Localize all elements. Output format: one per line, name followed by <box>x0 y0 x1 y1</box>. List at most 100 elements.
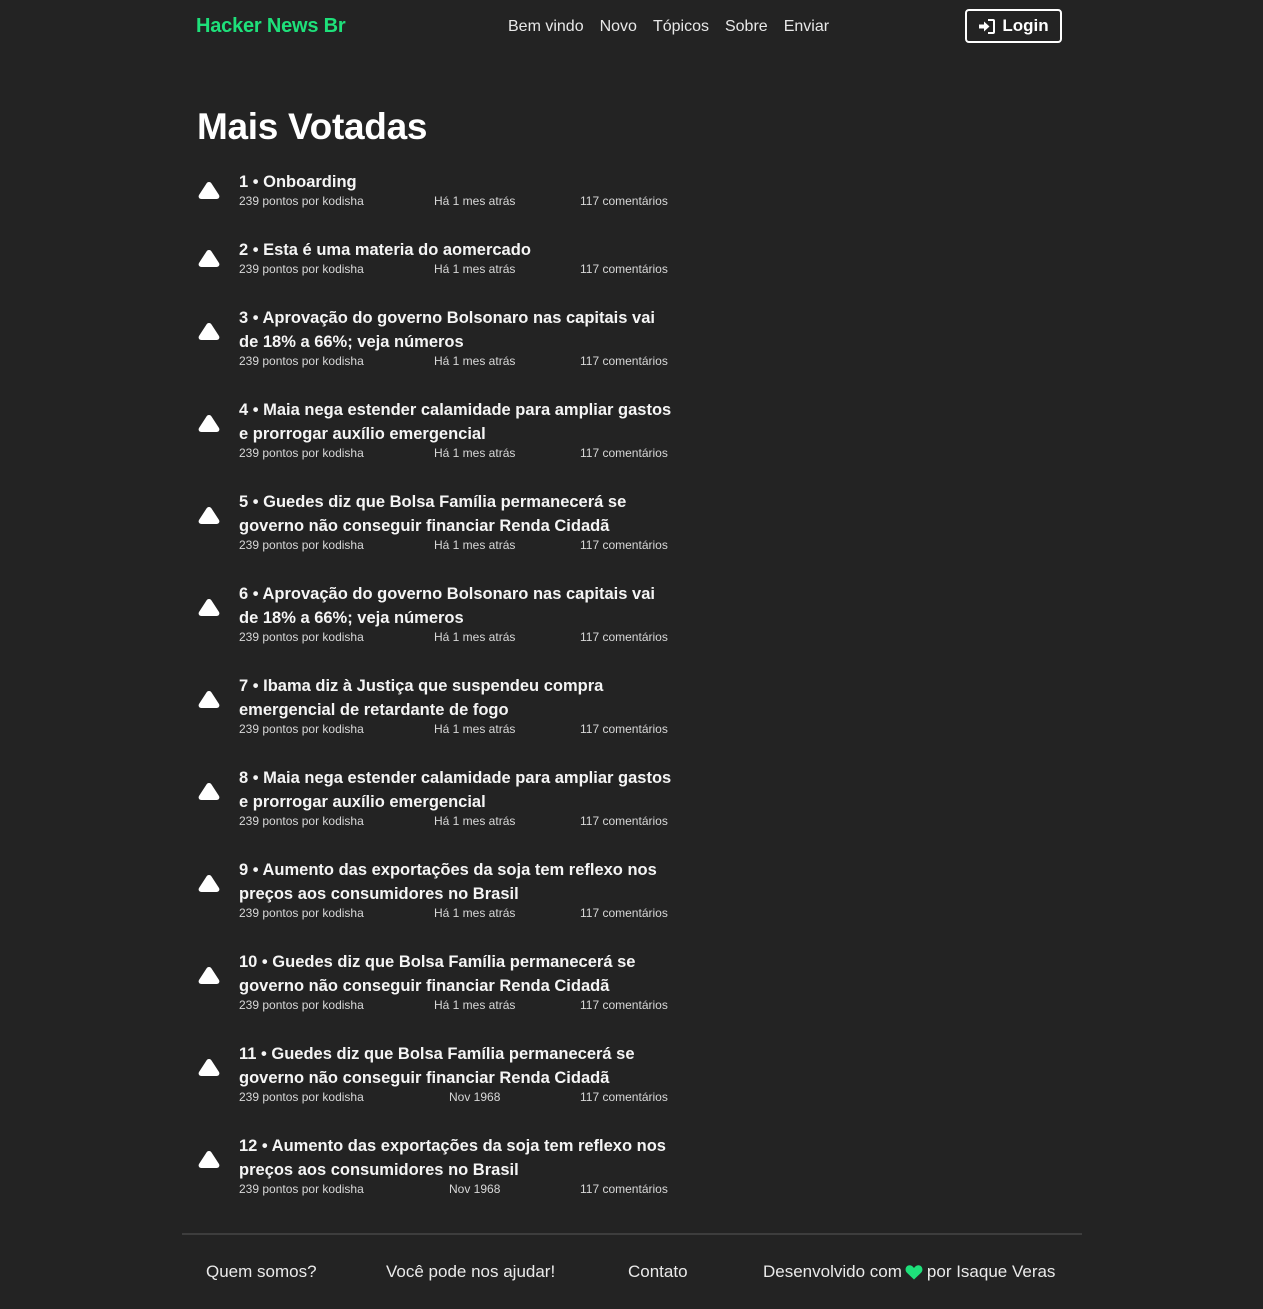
nav-bem-vindo[interactable]: Bem vindo <box>508 18 584 36</box>
upvote-icon[interactable] <box>197 248 221 268</box>
story-title[interactable]: 11 • Guedes diz que Bolsa Família perman… <box>239 1042 676 1090</box>
footer-credit: Desenvolvido com por Isaque Veras <box>763 1262 1055 1282</box>
footer-credit-suffix: por Isaque Veras <box>926 1262 1056 1281</box>
story-meta: 239 pontos por kodisha Há 1 mes atrás 117 … <box>239 538 676 556</box>
story-title[interactable]: 1 • Onboarding <box>239 170 676 194</box>
story-meta: 239 pontos por kodisha Há 1 mes atrás 117 … <box>239 814 676 832</box>
story-item: 4 • Maia nega estender calamidade para a… <box>196 398 676 464</box>
footer-about-link[interactable]: Quem somos? <box>206 1262 317 1282</box>
story-points: 239 pontos por kodisha <box>239 194 364 208</box>
story-title[interactable]: 9 • Aumento das exportações da soja tem … <box>239 858 676 906</box>
story-title[interactable]: 7 • Ibama diz à Justiça que suspendeu co… <box>239 674 676 722</box>
nav-novo[interactable]: Novo <box>600 18 637 36</box>
story-title[interactable]: 6 • Aprovação do governo Bolsonaro nas c… <box>239 582 676 630</box>
footer-help-link[interactable]: Você pode nos ajudar! <box>386 1262 555 1282</box>
story-meta: 239 pontos por kodisha Há 1 mes atrás 117 … <box>239 446 676 464</box>
story-time: Há 1 mes atrás <box>434 538 516 552</box>
story-time: Há 1 mes atrás <box>434 354 516 368</box>
story-meta: 239 pontos por kodisha Há 1 mes atrás 117 … <box>239 194 676 212</box>
story-title[interactable]: 8 • Maia nega estender calamidade para a… <box>239 766 676 814</box>
story-title[interactable]: 5 • Guedes diz que Bolsa Família permane… <box>239 490 676 538</box>
nav-enviar[interactable]: Enviar <box>784 18 829 36</box>
upvote-icon[interactable] <box>197 689 221 709</box>
story-body: 9 • Aumento das exportações da soja tem … <box>239 858 676 924</box>
story-time: Há 1 mes atrás <box>434 262 516 276</box>
upvote-icon[interactable] <box>197 505 221 525</box>
story-time: Nov 1968 <box>449 1090 501 1104</box>
footer-credit-prefix: Desenvolvido com <box>763 1262 902 1281</box>
nav-sobre[interactable]: Sobre <box>725 18 768 36</box>
story-comments-link[interactable]: 117 comentários <box>580 1088 668 1106</box>
story-time: Há 1 mes atrás <box>434 998 516 1012</box>
story-meta: 239 pontos por kodisha Há 1 mes atrás 117 … <box>239 906 676 924</box>
upvote-icon[interactable] <box>197 873 221 893</box>
story-body: 8 • Maia nega estender calamidade para a… <box>239 766 676 832</box>
story-title[interactable]: 12 • Aumento das exportações da soja tem… <box>239 1134 676 1182</box>
story-time: Há 1 mes atrás <box>434 814 516 828</box>
story-comments-link[interactable]: 117 comentários <box>580 720 668 738</box>
story-list: 1 • Onboarding 239 pontos por kodisha Há 1… <box>196 170 676 1226</box>
story-meta: 239 pontos por kodisha Há 1 mes atrás 117 … <box>239 722 676 740</box>
story-comments-link[interactable]: 117 comentários <box>580 904 668 922</box>
story-comments-link[interactable]: 117 comentários <box>580 260 668 278</box>
story-body: 5 • Guedes diz que Bolsa Família permane… <box>239 490 676 556</box>
story-meta: 239 pontos por kodisha Há 1 mes atrás 117 … <box>239 354 676 372</box>
story-body: 1 • Onboarding 239 pontos por kodisha Há 1… <box>239 170 676 212</box>
story-comments-link[interactable]: 117 comentários <box>580 536 668 554</box>
story-meta: 239 pontos por kodisha Nov 1968 117 coment… <box>239 1090 676 1108</box>
story-comments-link[interactable]: 117 comentários <box>580 1180 668 1198</box>
story-comments-link[interactable]: 117 comentários <box>580 352 668 370</box>
login-button[interactable]: Login <box>965 9 1062 43</box>
story-points: 239 pontos por kodisha <box>239 1182 364 1196</box>
story-title[interactable]: 2 • Esta é uma materia do aomercado <box>239 238 676 262</box>
story-body: 4 • Maia nega estender calamidade para a… <box>239 398 676 464</box>
upvote-icon[interactable] <box>197 413 221 433</box>
upvote-icon[interactable] <box>197 597 221 617</box>
upvote-icon[interactable] <box>197 965 221 985</box>
story-time: Há 1 mes atrás <box>434 446 516 460</box>
login-label: Login <box>1002 16 1049 35</box>
upvote-icon[interactable] <box>197 781 221 801</box>
story-item: 9 • Aumento das exportações da soja tem … <box>196 858 676 924</box>
story-meta: 239 pontos por kodisha Há 1 mes atrás 117 … <box>239 630 676 648</box>
upvote-icon[interactable] <box>197 180 221 200</box>
story-title[interactable]: 3 • Aprovação do governo Bolsonaro nas c… <box>239 306 676 354</box>
upvote-icon[interactable] <box>197 1149 221 1169</box>
story-comments-link[interactable]: 117 comentários <box>580 996 668 1014</box>
story-meta: 239 pontos por kodisha Há 1 mes atrás 117 … <box>239 262 676 280</box>
story-body: 6 • Aprovação do governo Bolsonaro nas c… <box>239 582 676 648</box>
story-body: 10 • Guedes diz que Bolsa Família perman… <box>239 950 676 1016</box>
story-comments-link[interactable]: 117 comentários <box>580 812 668 830</box>
story-body: 7 • Ibama diz à Justiça que suspendeu co… <box>239 674 676 740</box>
story-comments-link[interactable]: 117 comentários <box>580 628 668 646</box>
story-points: 239 pontos por kodisha <box>239 354 364 368</box>
story-time: Há 1 mes atrás <box>434 630 516 644</box>
story-item: 12 • Aumento das exportações da soja tem… <box>196 1134 676 1200</box>
story-title[interactable]: 10 • Guedes diz que Bolsa Família perman… <box>239 950 676 998</box>
story-item: 2 • Esta é uma materia do aomercado 239 p… <box>196 238 676 280</box>
story-points: 239 pontos por kodisha <box>239 262 364 276</box>
brand-logo[interactable]: Hacker News Br <box>196 15 346 38</box>
story-title[interactable]: 4 • Maia nega estender calamidade para a… <box>239 398 676 446</box>
story-item: 5 • Guedes diz que Bolsa Família permane… <box>196 490 676 556</box>
upvote-icon[interactable] <box>197 321 221 341</box>
story-points: 239 pontos por kodisha <box>239 630 364 644</box>
footer-divider <box>182 1233 1082 1235</box>
heart-icon <box>905 1265 923 1280</box>
page-title: Mais Votadas <box>197 106 428 147</box>
story-time: Nov 1968 <box>449 1182 501 1196</box>
story-body: 2 • Esta é uma materia do aomercado 239 p… <box>239 238 676 280</box>
story-time: Há 1 mes atrás <box>434 194 516 208</box>
story-item: 7 • Ibama diz à Justiça que suspendeu co… <box>196 674 676 740</box>
nav-topicos[interactable]: Tópicos <box>653 18 709 36</box>
story-item: 8 • Maia nega estender calamidade para a… <box>196 766 676 832</box>
story-points: 239 pontos por kodisha <box>239 1090 364 1104</box>
upvote-icon[interactable] <box>197 1057 221 1077</box>
main-nav: Bem vindo Novo Tópicos Sobre Enviar <box>508 18 829 36</box>
footer-contact-link[interactable]: Contato <box>628 1262 688 1282</box>
story-comments-link[interactable]: 117 comentários <box>580 444 668 462</box>
story-points: 239 pontos por kodisha <box>239 538 364 552</box>
story-meta: 239 pontos por kodisha Nov 1968 117 coment… <box>239 1182 676 1200</box>
story-item: 10 • Guedes diz que Bolsa Família perman… <box>196 950 676 1016</box>
story-comments-link[interactable]: 117 comentários <box>580 192 668 210</box>
